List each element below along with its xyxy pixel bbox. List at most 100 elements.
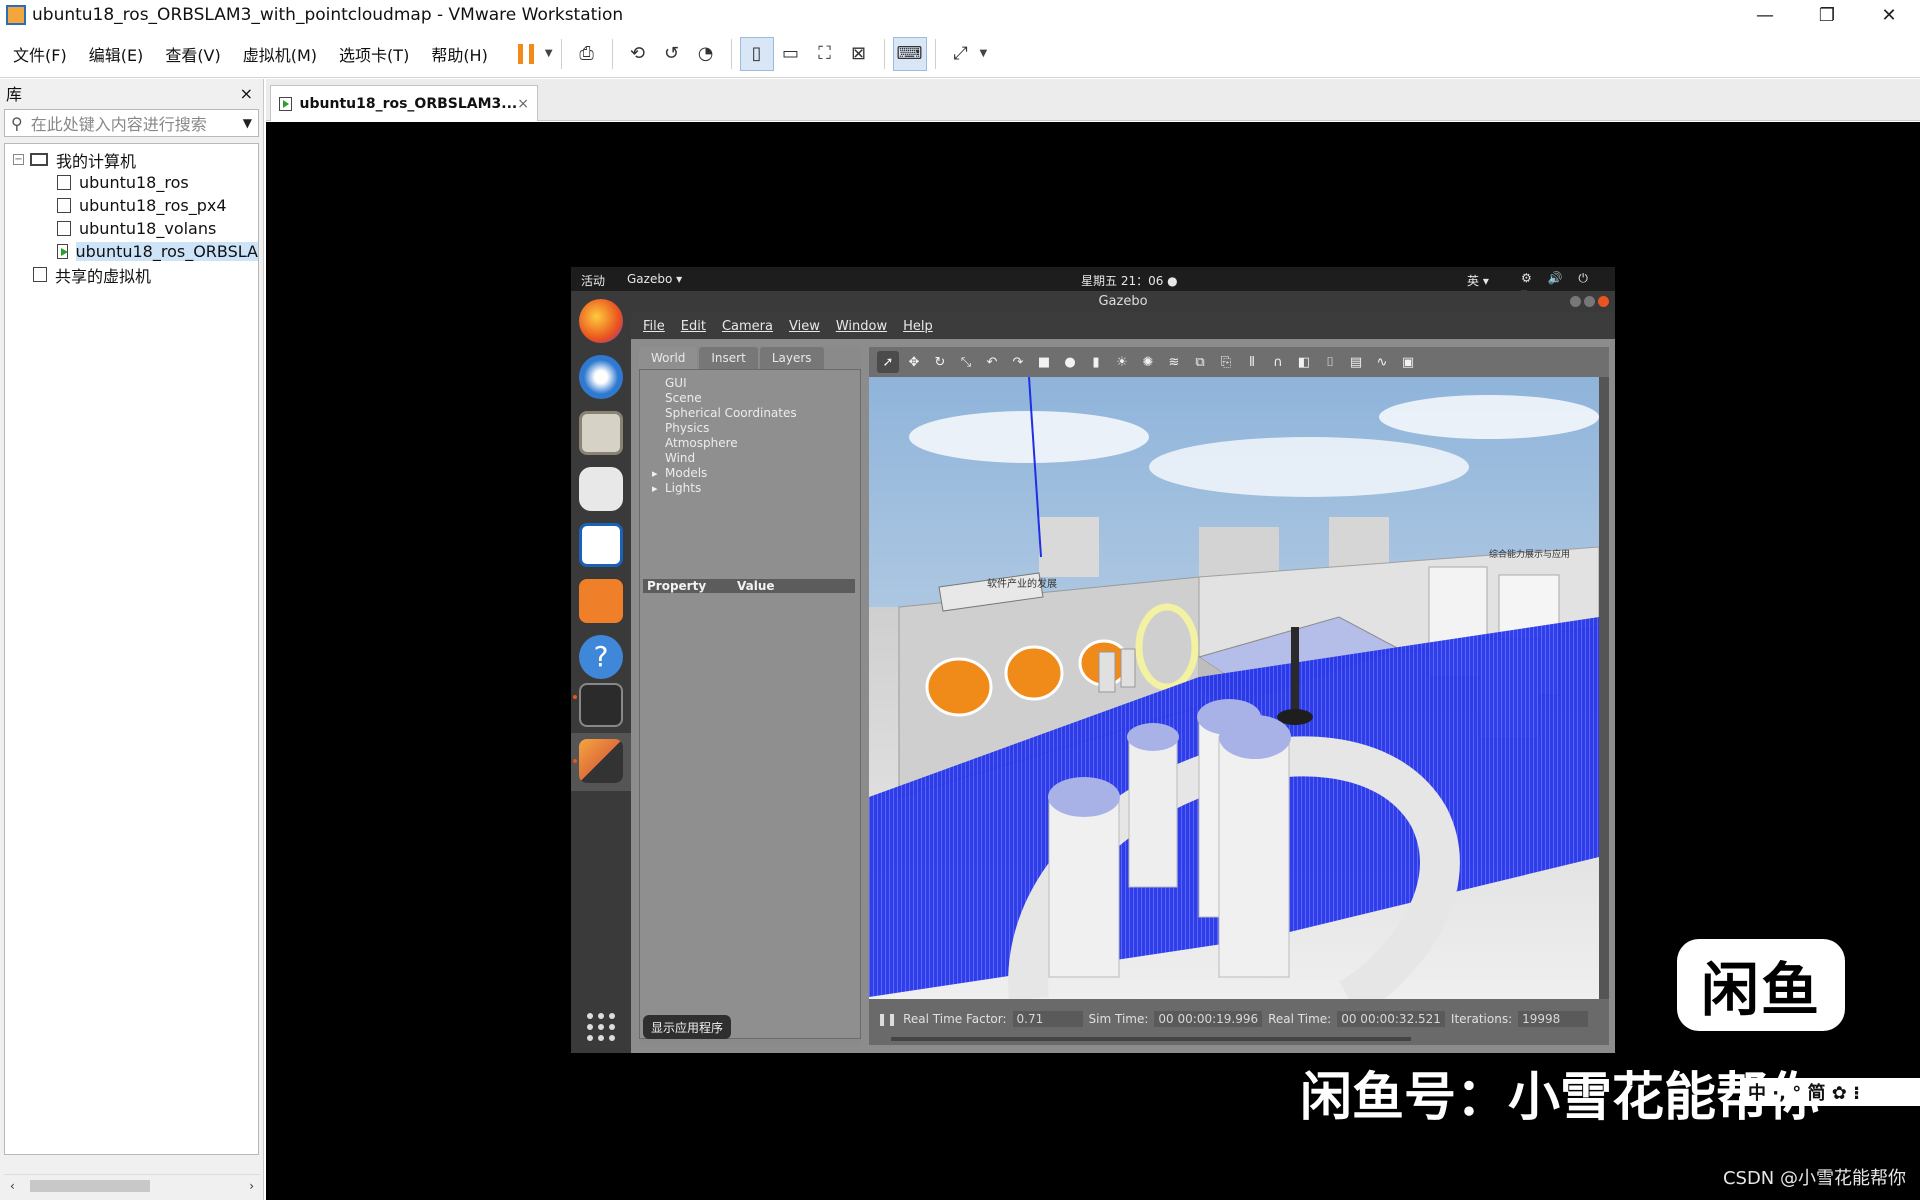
tab-world[interactable]: World <box>639 347 698 369</box>
revert-snapshot-button[interactable]: ↺ <box>655 37 689 71</box>
tab-layers[interactable]: Layers <box>759 347 824 369</box>
rhythmbox-icon[interactable] <box>579 467 623 511</box>
gz-menu-file[interactable]: File <box>643 319 665 334</box>
help-icon[interactable]: ? <box>579 635 623 679</box>
paste-icon[interactable]: ⎘ <box>1215 351 1237 373</box>
cylinder-shape-icon[interactable]: ▮ <box>1085 351 1107 373</box>
scale-mode-icon[interactable]: ⤡ <box>955 351 977 373</box>
gazebo-3d-scene[interactable]: 软件产业的发展 综合能力展示与应用 <box>869 377 1599 999</box>
gz-menu-camera[interactable]: Camera <box>722 319 773 334</box>
terminal-icon[interactable] <box>579 683 623 727</box>
input-method-indicator[interactable]: 英 ▾ <box>1467 272 1489 289</box>
unity-button[interactable]: ⊠ <box>842 37 876 71</box>
plot-icon[interactable]: ∿ <box>1371 351 1393 373</box>
show-applications-icon[interactable] <box>587 1013 615 1041</box>
scroll-right-icon[interactable]: › <box>249 1179 254 1193</box>
full-screen-button[interactable]: ⛶ <box>808 37 842 71</box>
ubuntu-desktop[interactable]: 活动 Gazebo ▾ 星期五 21：06 ● 英 ▾ ⚙ 🔊 ⏻ ▾ ? Ga… <box>571 267 1615 1053</box>
tree-row-vm[interactable]: ubuntu18_volans <box>5 217 258 240</box>
stretch-dropdown-icon[interactable]: ▼ <box>980 48 988 59</box>
menu-view[interactable]: 查看(V) <box>152 42 229 66</box>
tree-row-vm[interactable]: ubuntu18_ros_px4 <box>5 194 258 217</box>
send-keys-button[interactable]: ⎙ <box>570 37 604 71</box>
rotate-mode-icon[interactable]: ↻ <box>929 351 951 373</box>
gz-menu-window[interactable]: Window <box>836 319 887 334</box>
files-icon[interactable] <box>579 411 623 455</box>
tab-insert[interactable]: Insert <box>699 347 758 369</box>
translate-mode-icon[interactable]: ✥ <box>903 351 925 373</box>
world-node-wind[interactable]: Wind <box>640 451 860 466</box>
collapse-icon[interactable]: − <box>13 154 24 165</box>
clock[interactable]: 星期五 21：06 ● <box>1081 272 1178 289</box>
pause-sim-icon[interactable]: ❚❚ <box>877 1012 897 1026</box>
world-node-gui[interactable]: GUI <box>640 376 860 391</box>
world-node-scene[interactable]: Scene <box>640 391 860 406</box>
box-shape-icon[interactable]: ■ <box>1033 351 1055 373</box>
copy-icon[interactable]: ⧉ <box>1189 351 1211 373</box>
world-node-lights[interactable]: Lights <box>640 481 860 496</box>
close-button[interactable]: ✕ <box>1858 0 1920 30</box>
point-light-icon[interactable]: ☀ <box>1111 351 1133 373</box>
pause-button[interactable] <box>509 37 543 71</box>
sphere-shape-icon[interactable]: ● <box>1059 351 1081 373</box>
power-dropdown-icon[interactable]: ▼ <box>545 48 553 59</box>
thunderbird-icon[interactable] <box>579 355 623 399</box>
thumbnail-bar-button[interactable]: ▭ <box>774 37 808 71</box>
menu-help[interactable]: 帮助(H) <box>418 42 497 66</box>
world-node-physics[interactable]: Physics <box>640 421 860 436</box>
stretch-guest-button[interactable]: ⤢ <box>944 37 978 71</box>
world-node-spherical-coordinates[interactable]: Spherical Coordinates <box>640 406 860 421</box>
close-icon[interactable] <box>1598 296 1609 307</box>
change-view-icon[interactable]: ◧ <box>1293 351 1315 373</box>
firefox-icon[interactable] <box>579 299 623 343</box>
close-tab-icon[interactable]: × <box>517 96 529 112</box>
snapshot-button[interactable]: ⟲ <box>621 37 655 71</box>
real-time-factor-value: 0.71 <box>1012 1011 1083 1027</box>
scroll-left-icon[interactable]: ‹ <box>10 1179 15 1193</box>
vm-tab[interactable]: ubuntu18_ros_ORBSLAM3... × <box>270 85 538 121</box>
tree-row-my-computer[interactable]: − 我的计算机 <box>5 148 258 171</box>
gazebo-icon[interactable] <box>579 739 623 783</box>
minimize-icon[interactable] <box>1570 296 1581 307</box>
status-scrollbar[interactable] <box>891 1037 1411 1041</box>
world-node-atmosphere[interactable]: Atmosphere <box>640 436 860 451</box>
record-video-icon[interactable]: ▣ <box>1397 351 1419 373</box>
align-icon[interactable]: ⫴ <box>1241 351 1263 373</box>
menu-edit[interactable]: 编辑(E) <box>76 42 153 66</box>
show-library-button[interactable]: ▯ <box>739 36 774 71</box>
undo-icon[interactable]: ↶ <box>981 351 1003 373</box>
tree-row-vm-running[interactable]: ubuntu18_ros_ORBSLA <box>5 240 258 263</box>
screenshot-icon[interactable]: ⌷ <box>1319 351 1341 373</box>
gz-menu-view[interactable]: View <box>789 319 820 334</box>
menu-vm[interactable]: 虚拟机(M) <box>230 42 326 66</box>
menu-file[interactable]: 文件(F) <box>0 42 76 66</box>
activities-button[interactable]: 活动 <box>581 272 605 289</box>
library-search-input[interactable]: ⚲ 在此处键入内容进行搜索 ▼ <box>4 109 259 137</box>
menu-tabs[interactable]: 选项卡(T) <box>326 42 418 66</box>
maximize-icon[interactable] <box>1584 296 1595 307</box>
select-mode-icon[interactable]: ➚ <box>877 351 899 373</box>
world-node-models[interactable]: Models <box>640 466 860 481</box>
library-close-button[interactable]: × <box>240 84 253 103</box>
app-menu[interactable]: Gazebo ▾ <box>627 272 682 286</box>
scrollbar-thumb[interactable] <box>30 1180 150 1192</box>
log-icon[interactable]: ▤ <box>1345 351 1367 373</box>
snapshot-manager-button[interactable]: ◔ <box>689 37 723 71</box>
ime-toolbar[interactable]: 中 ·, ° 简 ✿ ⁝ <box>1740 1078 1920 1106</box>
gz-menu-edit[interactable]: Edit <box>681 319 706 334</box>
library-horizontal-scrollbar[interactable]: ‹ › <box>4 1174 260 1196</box>
tree-row-shared[interactable]: 共享的虚拟机 <box>5 263 258 286</box>
gz-menu-help[interactable]: Help <box>903 319 933 334</box>
directional-light-icon[interactable]: ≋ <box>1163 351 1185 373</box>
restore-button[interactable]: ❐ <box>1796 0 1858 30</box>
minimize-button[interactable]: — <box>1734 0 1796 30</box>
snap-icon[interactable]: ∩ <box>1267 351 1289 373</box>
redo-icon[interactable]: ↷ <box>1007 351 1029 373</box>
tree-row-vm[interactable]: ubuntu18_ros <box>5 171 258 194</box>
software-center-icon[interactable] <box>579 579 623 623</box>
spot-light-icon[interactable]: ✺ <box>1137 351 1159 373</box>
chevron-down-icon[interactable]: ▼ <box>243 116 252 130</box>
console-view-button[interactable]: ⌨ <box>892 36 927 71</box>
gazebo-window: Gazebo File Edit Camera View Window Help… <box>631 291 1615 1053</box>
libreoffice-writer-icon[interactable] <box>579 523 623 567</box>
